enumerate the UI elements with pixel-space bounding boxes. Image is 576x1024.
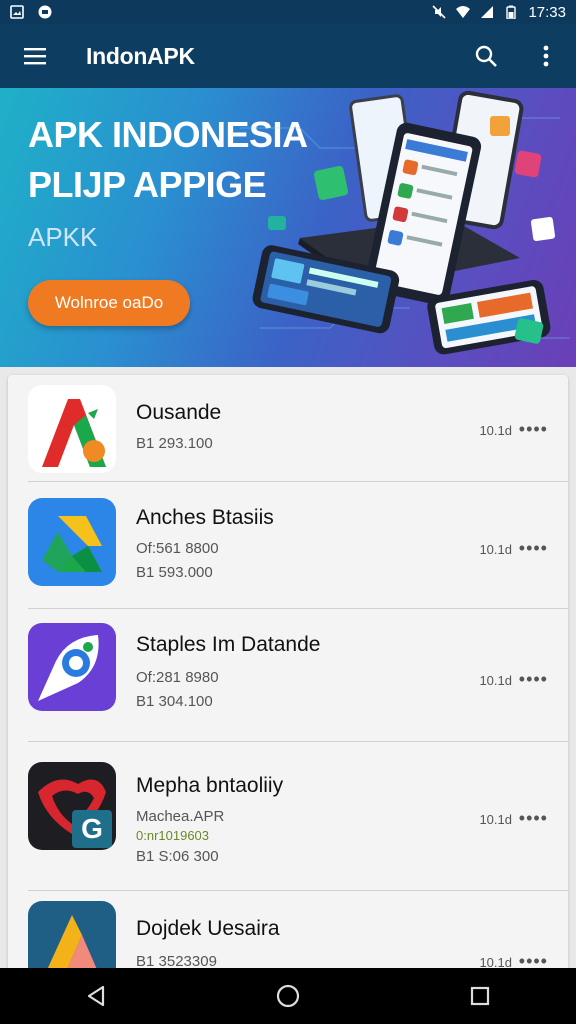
app-icon xyxy=(28,498,116,586)
app-meta: B1 S:06 300 xyxy=(136,848,219,865)
app-meta: B1 304.100 xyxy=(136,693,213,710)
banner-subtitle: APKK xyxy=(28,222,98,252)
app-meta: Of:281 8980 xyxy=(136,669,219,686)
app-meta: Machea.APR xyxy=(136,808,225,825)
app-size: 10.1d xyxy=(479,812,512,827)
back-button[interactable] xyxy=(66,968,126,1024)
app-size: 10.1d xyxy=(479,423,512,438)
home-icon xyxy=(276,984,300,1008)
app-icon xyxy=(28,385,116,473)
list-item[interactable]: Staples Im Datande Of:281 8980 B1 304.10… xyxy=(8,609,568,741)
app-icon xyxy=(28,901,116,968)
app-meta: Of:561 8800 xyxy=(136,540,219,557)
recents-icon xyxy=(470,986,490,1006)
list-item[interactable]: Anches Btasiis Of:561 8800 B1 593.000 10… xyxy=(8,482,568,608)
app-size: 10.1d xyxy=(479,955,512,968)
app-icon xyxy=(28,623,116,711)
no-sound-icon xyxy=(432,5,447,19)
list-item[interactable]: Ousande B1 293.100 10.1d •••• xyxy=(8,375,568,481)
triangle-logo-icon xyxy=(47,915,97,968)
app-name: Dojdek Uesaira xyxy=(136,917,280,940)
more-options-button[interactable]: •••• xyxy=(519,419,548,440)
app-meta: B1 3523309 xyxy=(136,953,217,968)
app-bar: IndonAPK xyxy=(0,24,576,88)
g-shield-logo-icon: G xyxy=(38,779,112,848)
banner-illustration xyxy=(240,90,570,355)
more-vert-icon xyxy=(543,45,549,67)
search-icon xyxy=(475,45,497,67)
banner-title-line2: PLIJP APPIGE xyxy=(28,164,267,205)
app-icon: G xyxy=(28,762,116,850)
list-item[interactable]: G Mepha bntaoliiy Machea.APR 0:nr1019603… xyxy=(8,742,568,890)
app-meta: 0:nr1019603 xyxy=(136,828,210,843)
more-options-button[interactable]: •••• xyxy=(519,808,548,829)
app-list: Ousande B1 293.100 10.1d •••• Anches Bta… xyxy=(0,367,576,968)
app-name: Anches Btasiis xyxy=(136,506,274,529)
system-nav-bar xyxy=(0,968,576,1024)
app-size: 10.1d xyxy=(479,673,512,688)
compass-logo-icon xyxy=(38,635,99,701)
app-meta: B1 593.000 xyxy=(136,564,213,581)
app-size: 10.1d xyxy=(479,542,512,557)
more-options-button[interactable]: •••• xyxy=(519,669,548,690)
search-button[interactable] xyxy=(456,24,516,88)
banner-cta-button[interactable]: Wolnroe oaDo xyxy=(28,280,190,326)
battery-icon xyxy=(506,5,517,19)
more-options-button[interactable]: •••• xyxy=(519,538,548,559)
recents-button[interactable] xyxy=(450,968,510,1024)
wifi-icon xyxy=(456,6,471,18)
signal-icon xyxy=(481,6,494,18)
menu-button[interactable] xyxy=(0,24,70,88)
app-name: Mepha bntaoliiy xyxy=(136,774,284,797)
menu-icon xyxy=(24,48,46,65)
status-time: 17:33 xyxy=(528,3,566,21)
more-options-button[interactable]: •••• xyxy=(519,951,548,968)
overflow-menu-button[interactable] xyxy=(516,24,576,88)
home-button[interactable] xyxy=(258,968,318,1024)
a-logo-icon xyxy=(42,399,106,467)
drive-logo-icon xyxy=(42,516,102,572)
app-title: IndonAPK xyxy=(86,42,195,69)
notification-icon xyxy=(38,5,52,19)
image-icon xyxy=(10,5,24,19)
svg-text:G: G xyxy=(81,813,103,844)
back-icon xyxy=(87,985,105,1007)
promo-banner[interactable]: APK INDONESIA PLIJP APPIGE APKK Wolnroe … xyxy=(0,88,576,367)
app-meta: B1 293.100 xyxy=(136,435,213,452)
app-name: Ousande xyxy=(136,401,222,424)
app-list-card: Ousande B1 293.100 10.1d •••• Anches Bta… xyxy=(8,375,568,968)
app-name: Staples Im Datande xyxy=(136,633,321,656)
status-bar: 17:33 xyxy=(0,0,576,24)
list-item[interactable]: Dojdek Uesaira B1 3523309 10.1d •••• xyxy=(8,891,568,968)
